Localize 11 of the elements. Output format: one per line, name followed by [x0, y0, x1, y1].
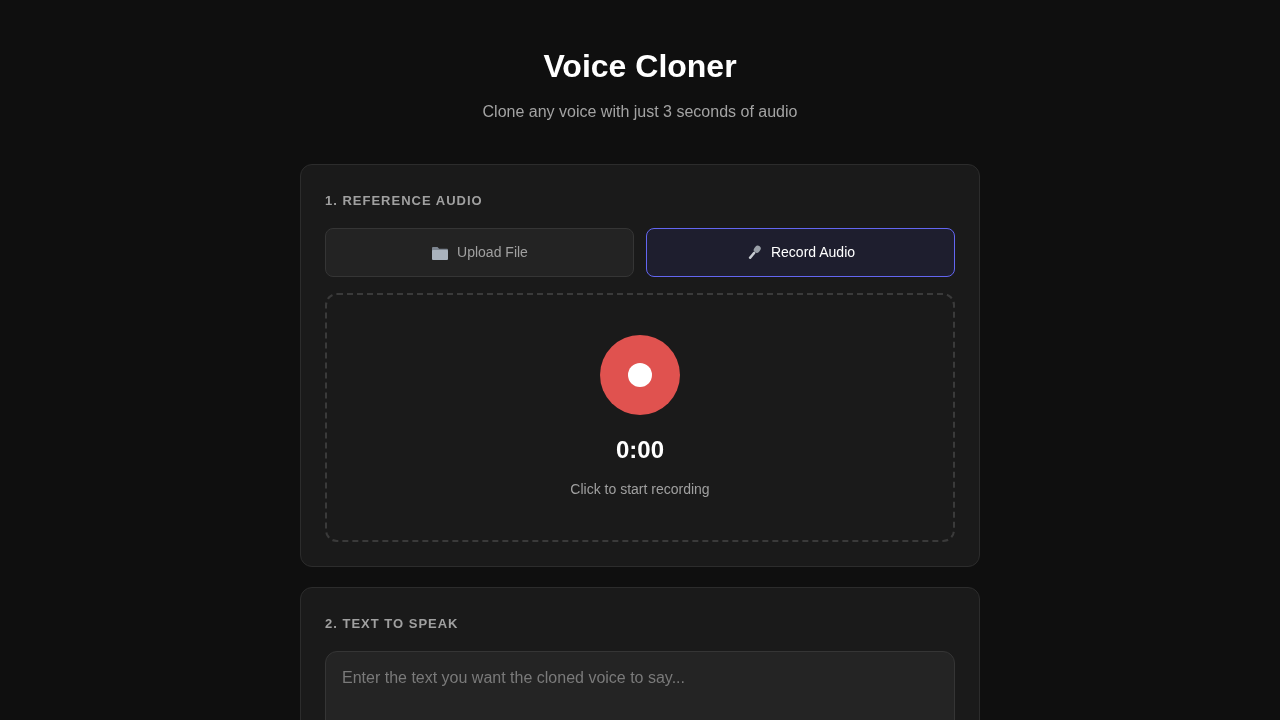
source-tab[interactable]: Upload File — [325, 228, 634, 277]
folder-icon — [431, 244, 450, 261]
record-icon — [628, 363, 652, 387]
section-heading: 2. TEXT TO SPEAK — [325, 615, 460, 633]
app-title: Voice Cloner — [543, 47, 737, 86]
source-tab[interactable]: Record Audio — [646, 228, 955, 277]
recording-hint: Click to start recording — [570, 480, 710, 499]
app-subtitle: Clone any voice with just 3 seconds of audio — [482, 102, 798, 122]
recording-timer: 0:00 — [615, 435, 664, 465]
text-input-field[interactable]: Enter the text you want the cloned voice to say... — [325, 651, 955, 720]
section-heading: 1. REFERENCE AUDIO — [325, 192, 484, 210]
